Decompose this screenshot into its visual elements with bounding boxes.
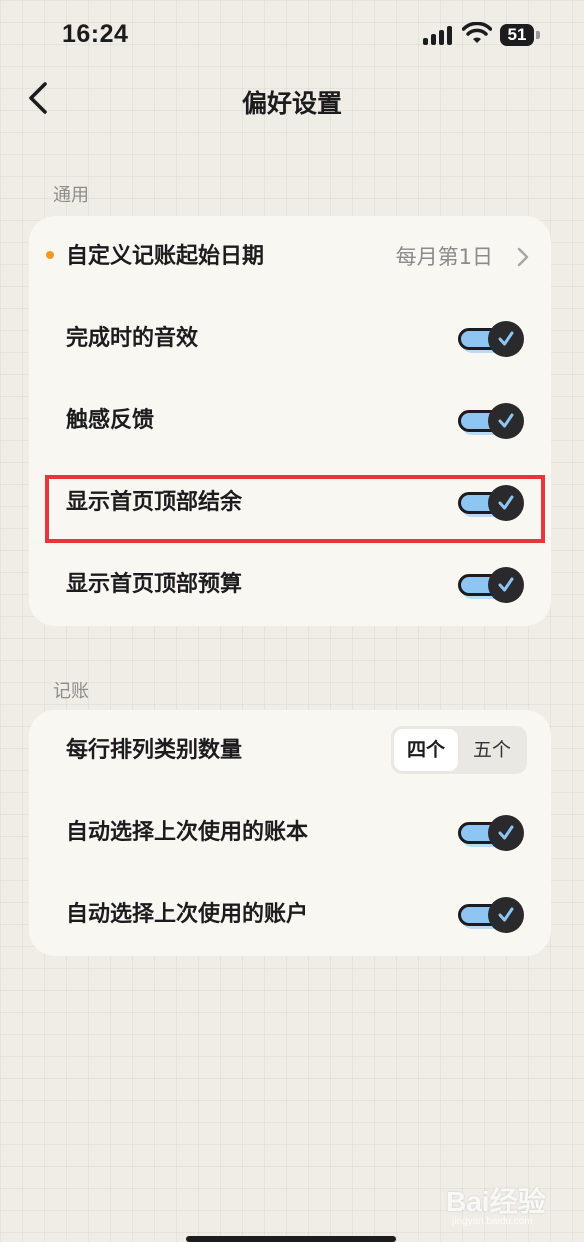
new-indicator-dot: [46, 251, 54, 259]
category-count-row: 每行排列类别数量 四个 五个: [29, 710, 551, 792]
category-count-label: 每行排列类别数量: [66, 738, 243, 763]
status-bar: 16:24 51: [0, 0, 584, 70]
auto-ledger-label: 自动选择上次使用的账本: [66, 820, 309, 845]
cellular-signal-icon: [423, 26, 453, 46]
show-budget-toggle[interactable]: [458, 565, 526, 605]
haptic-feedback-toggle[interactable]: [458, 401, 526, 441]
home-indicator: [186, 1236, 396, 1242]
checkmark-icon: [498, 577, 514, 592]
sound-effect-label: 完成时的音效: [66, 326, 199, 351]
sound-effect-row: 完成时的音效: [29, 298, 551, 380]
haptic-feedback-row: 触感反馈: [29, 380, 551, 462]
show-budget-label: 显示首页顶部预算: [66, 572, 243, 597]
general-settings-card: 自定义记账起始日期 每月第1日 完成时的音效 触感反馈 显示首页顶部结余 显示首…: [29, 216, 551, 626]
show-balance-toggle[interactable]: [458, 483, 526, 523]
segment-four[interactable]: 四个: [394, 729, 458, 771]
segment-five[interactable]: 五个: [460, 729, 524, 771]
checkmark-icon: [498, 413, 514, 428]
toggle-knob: [488, 321, 524, 357]
status-time: 16:24: [62, 20, 129, 48]
sound-effect-toggle[interactable]: [458, 319, 526, 359]
start-date-label: 自定义记账起始日期: [66, 244, 265, 269]
start-date-row[interactable]: 自定义记账起始日期 每月第1日: [29, 216, 551, 298]
toggle-knob: [488, 485, 524, 521]
show-budget-row: 显示首页顶部预算: [29, 544, 551, 626]
watermark-url: jingyan.baidu.com: [452, 1216, 533, 1227]
page-title: 偏好设置: [241, 89, 342, 118]
section-label-general: 通用: [53, 185, 89, 206]
checkmark-icon: [498, 907, 514, 922]
checkmark-icon: [498, 825, 514, 840]
watermark-logo: Bai经验: [446, 1186, 546, 1217]
toggle-knob: [488, 897, 524, 933]
toggle-knob: [488, 567, 524, 603]
bookkeeping-settings-card: 每行排列类别数量 四个 五个 自动选择上次使用的账本 自动选择上次使用的账户: [29, 710, 551, 956]
category-count-segmented-control: 四个 五个: [391, 726, 527, 774]
toggle-knob: [488, 815, 524, 851]
wifi-icon: [462, 22, 492, 43]
checkmark-icon: [498, 495, 514, 510]
battery-icon: 51: [500, 24, 534, 46]
auto-ledger-row: 自动选择上次使用的账本: [29, 792, 551, 874]
start-date-value: 每月第1日: [395, 245, 493, 269]
auto-account-toggle[interactable]: [458, 895, 526, 935]
show-balance-label: 显示首页顶部结余: [66, 490, 243, 515]
auto-account-label: 自动选择上次使用的账户: [66, 902, 309, 927]
haptic-feedback-label: 触感反馈: [66, 408, 155, 433]
auto-ledger-toggle[interactable]: [458, 813, 526, 853]
section-label-bookkeeping: 记账: [53, 681, 89, 702]
chevron-right-icon: [517, 247, 529, 267]
toggle-knob: [488, 403, 524, 439]
checkmark-icon: [498, 331, 514, 346]
auto-account-row: 自动选择上次使用的账户: [29, 874, 551, 956]
battery-cap: [536, 31, 540, 39]
show-balance-row: 显示首页顶部结余: [29, 462, 551, 544]
